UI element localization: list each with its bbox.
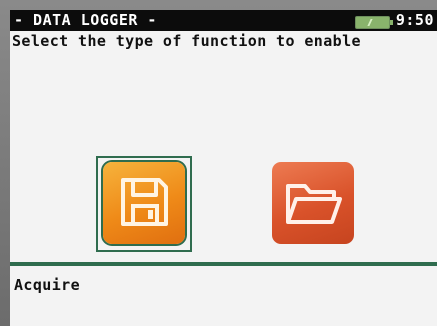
device-screen: - DATA LOGGER - 9:50 Select the type of … bbox=[10, 10, 437, 326]
selected-function-label: Acquire bbox=[14, 276, 81, 294]
clock: 9:50 bbox=[395, 11, 434, 29]
acquire-button[interactable] bbox=[103, 162, 185, 244]
battery-icon bbox=[355, 16, 393, 29]
instruction-text: Select the type of function to enable bbox=[12, 32, 361, 50]
folder-icon bbox=[286, 184, 342, 224]
charging-bolt-icon bbox=[367, 19, 379, 26]
title-bar: - DATA LOGGER - 9:50 bbox=[10, 10, 437, 31]
device-frame: - DATA LOGGER - 9:50 Select the type of … bbox=[0, 0, 437, 326]
battery-terminal bbox=[390, 20, 393, 25]
open-files-button[interactable] bbox=[272, 162, 354, 244]
floppy-disk-icon bbox=[121, 178, 168, 226]
app-title: - DATA LOGGER - bbox=[14, 11, 157, 29]
divider-line bbox=[10, 262, 437, 266]
